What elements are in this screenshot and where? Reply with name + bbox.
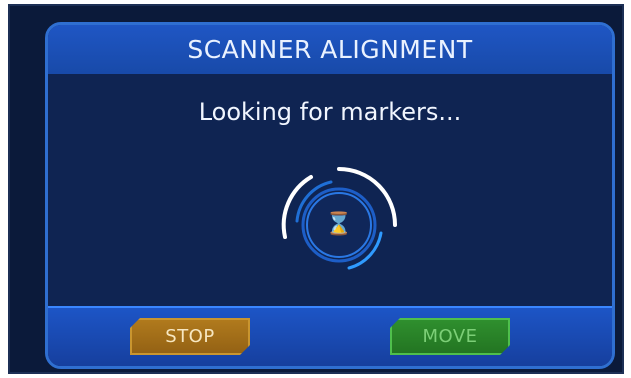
status-text: Looking for markers... <box>198 98 462 126</box>
device-screen: SCANNER ALIGNMENT Looking for markers...… <box>8 4 624 374</box>
dialog-action-bar: STOP MOVE <box>48 306 612 366</box>
scanner-alignment-dialog: SCANNER ALIGNMENT Looking for markers...… <box>45 22 615 369</box>
dialog-content: Looking for markers... ⌛ <box>48 74 612 308</box>
stop-button[interactable]: STOP <box>130 318 250 355</box>
dialog-title: SCANNER ALIGNMENT <box>187 35 473 64</box>
loading-spinner: ⌛ <box>277 163 401 287</box>
hourglass-icon: ⌛ <box>325 212 353 237</box>
dialog-header: SCANNER ALIGNMENT <box>48 25 612 76</box>
move-button[interactable]: MOVE <box>390 318 510 355</box>
